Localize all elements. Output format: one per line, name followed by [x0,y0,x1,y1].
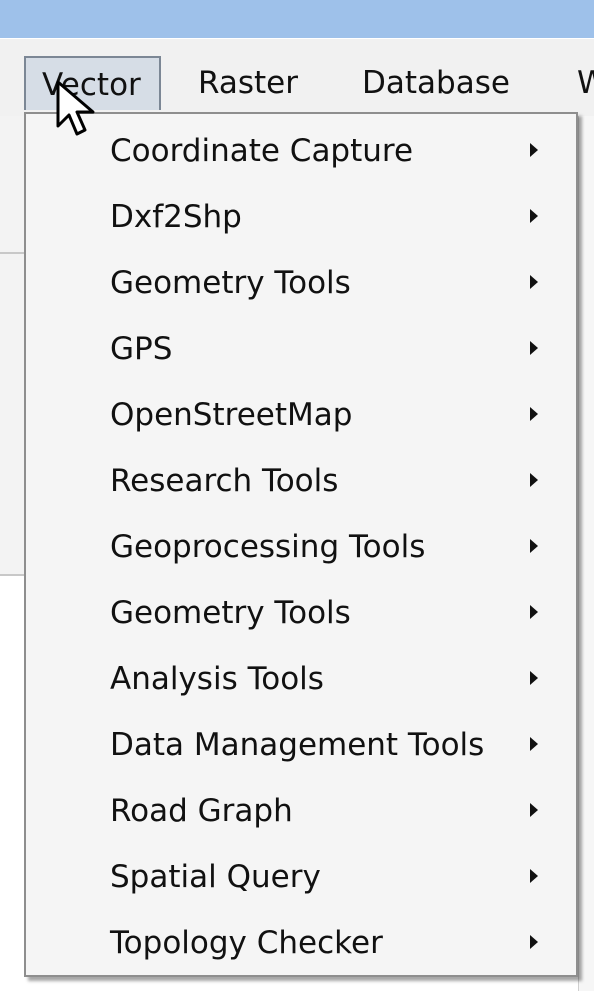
submenu-arrow-icon [530,341,538,355]
submenu-arrow-icon [530,473,538,487]
submenu-arrow-icon [530,407,538,421]
submenu-arrow-icon [530,935,538,949]
menu-web[interactable]: W [577,56,594,110]
menu-item-label: Geoprocessing Tools [110,529,426,565]
menu-item-geometry-tools[interactable]: Geometry Tools [26,250,576,316]
menu-item-analysis-tools[interactable]: Analysis Tools [26,646,576,712]
menu-item-label: OpenStreetMap [110,397,353,433]
menu-item-label: Spatial Query [110,859,321,895]
submenu-arrow-icon [530,143,538,157]
submenu-arrow-icon [530,275,538,289]
menu-database[interactable]: Database [362,56,510,110]
menu-item-label: Analysis Tools [110,661,324,697]
submenu-arrow-icon [530,671,538,685]
background-toolbar-edge [578,116,594,991]
submenu-arrow-icon [530,737,538,751]
menu-item-label: Coordinate Capture [110,133,414,169]
submenu-arrow-icon [530,605,538,619]
menu-item-research-tools[interactable]: Research Tools [26,448,576,514]
menu-item-geometry-tools-2[interactable]: Geometry Tools [26,580,576,646]
menu-item-geoprocessing-tools[interactable]: Geoprocessing Tools [26,514,576,580]
menu-item-road-graph[interactable]: Road Graph [26,778,576,844]
background-panel [0,116,24,576]
vector-dropdown-menu: Coordinate Capture Dxf2Shp Geometry Tool… [24,112,578,977]
background-divider [0,574,24,576]
menu-item-label: Data Management Tools [110,727,485,763]
menu-item-gps[interactable]: GPS [26,316,576,382]
menu-item-data-management-tools[interactable]: Data Management Tools [26,712,576,778]
menu-item-label: Geometry Tools [110,265,351,301]
menu-item-topology-checker[interactable]: Topology Checker [26,910,576,976]
menu-item-openstreetmap[interactable]: OpenStreetMap [26,382,576,448]
menu-item-spatial-query[interactable]: Spatial Query [26,844,576,910]
menu-item-label: Geometry Tools [110,595,351,631]
menu-item-label: Road Graph [110,793,293,829]
submenu-arrow-icon [530,539,538,553]
submenu-arrow-icon [530,209,538,223]
window-titlebar [0,0,594,38]
menu-item-label: GPS [110,331,173,367]
menu-raster[interactable]: Raster [198,56,298,110]
menu-item-dxf2shp[interactable]: Dxf2Shp [26,184,576,250]
background-divider [0,252,24,254]
menu-item-label: Research Tools [110,463,339,499]
submenu-arrow-icon [530,803,538,817]
menu-item-coordinate-capture[interactable]: Coordinate Capture [26,118,576,184]
menu-item-label: Topology Checker [110,925,383,961]
menu-item-label: Dxf2Shp [110,199,242,235]
submenu-arrow-icon [530,869,538,883]
mouse-cursor-icon [56,80,95,136]
